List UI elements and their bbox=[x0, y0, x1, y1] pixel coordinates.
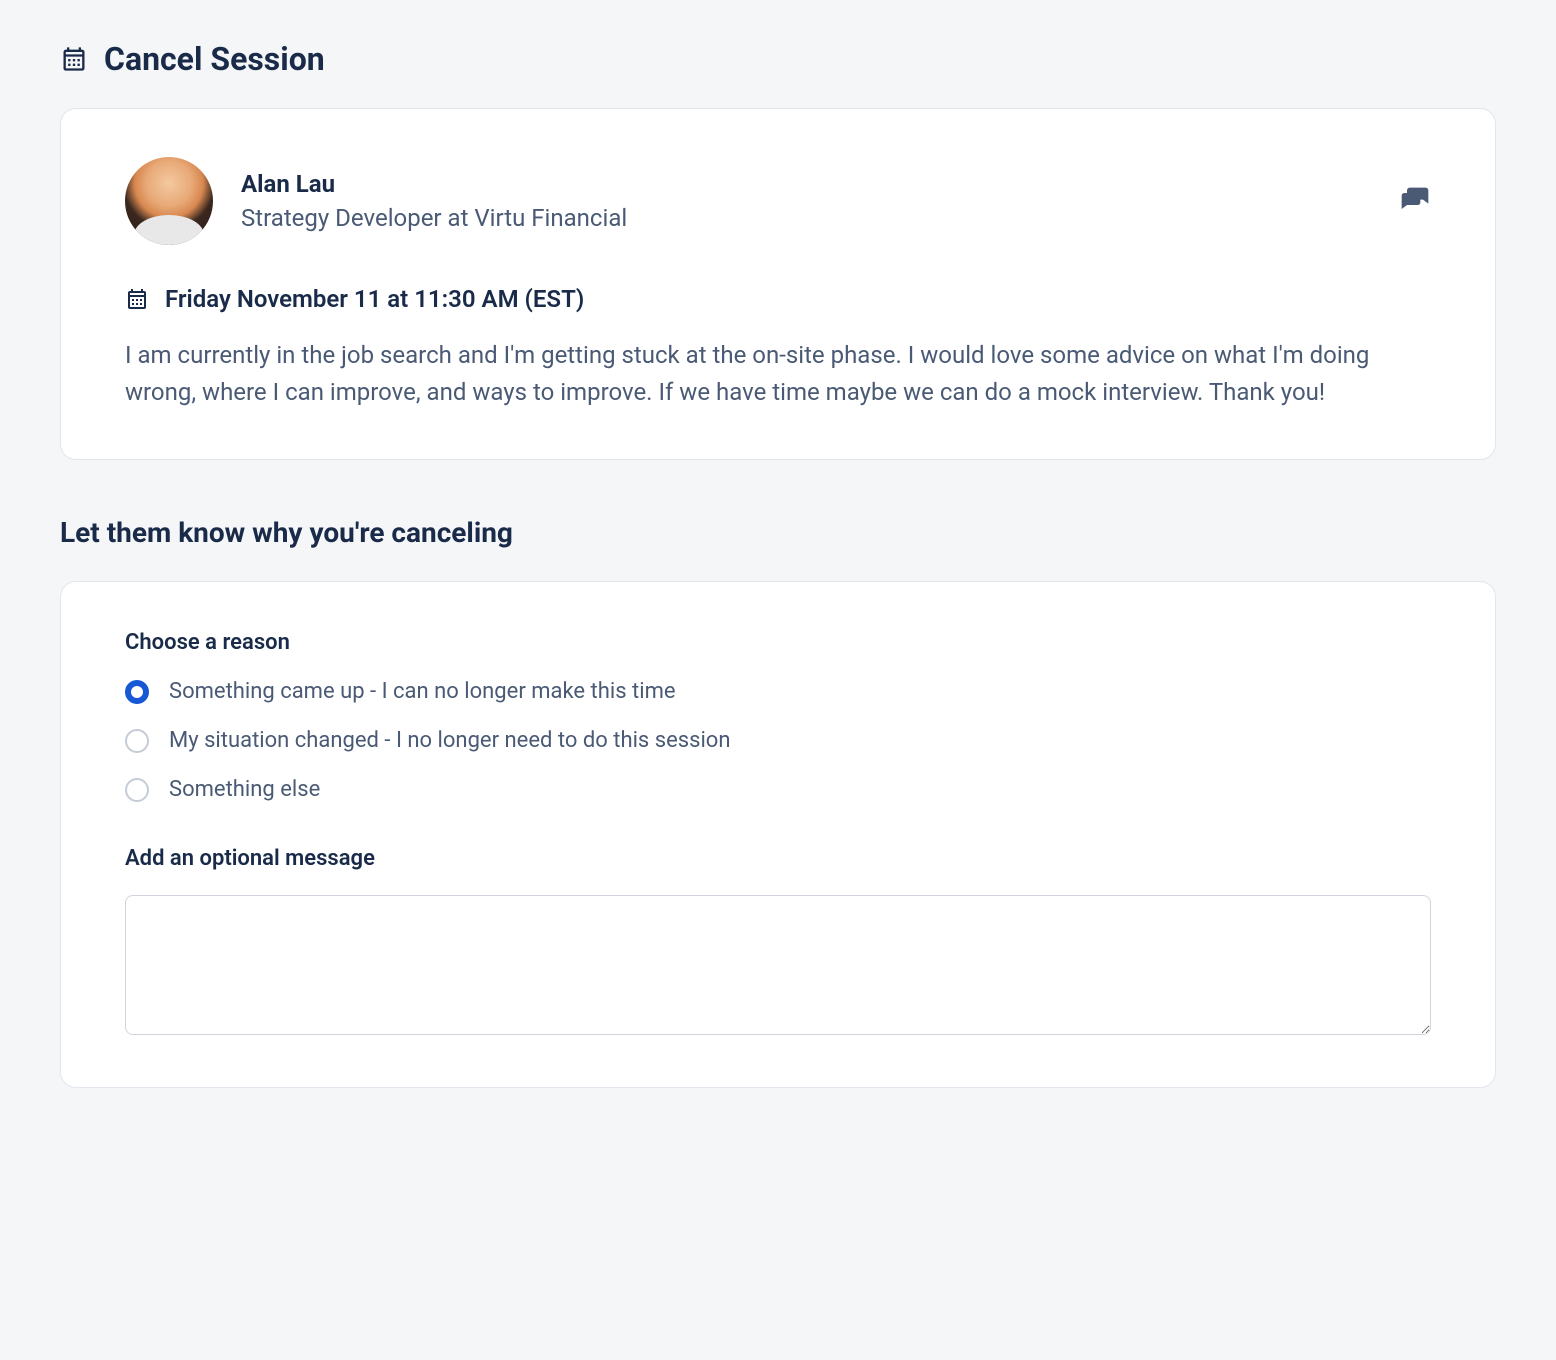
radio-label: Something came up - I can no longer make… bbox=[169, 679, 676, 704]
chat-icon[interactable] bbox=[1399, 185, 1431, 217]
radio-label: Something else bbox=[169, 777, 320, 802]
session-time: Friday November 11 at 11:30 AM (EST) bbox=[165, 285, 584, 313]
radio-indicator bbox=[125, 680, 149, 704]
page-title: Cancel Session bbox=[104, 40, 325, 78]
user-title: Strategy Developer at Virtu Financial bbox=[241, 204, 627, 232]
session-time-row: Friday November 11 at 11:30 AM (EST) bbox=[125, 285, 1431, 313]
cancel-form-card: Choose a reason Something came up - I ca… bbox=[60, 581, 1496, 1088]
session-header: Alan Lau Strategy Developer at Virtu Fin… bbox=[125, 157, 1431, 245]
radio-label: My situation changed - I no longer need … bbox=[169, 728, 731, 753]
user-name: Alan Lau bbox=[241, 170, 627, 198]
reason-option-came-up[interactable]: Something came up - I can no longer make… bbox=[125, 679, 1431, 704]
session-card: Alan Lau Strategy Developer at Virtu Fin… bbox=[60, 108, 1496, 460]
avatar bbox=[125, 157, 213, 245]
session-user: Alan Lau Strategy Developer at Virtu Fin… bbox=[125, 157, 627, 245]
reason-radio-group: Something came up - I can no longer make… bbox=[125, 679, 1431, 802]
message-wrapper bbox=[125, 895, 1431, 1039]
user-info: Alan Lau Strategy Developer at Virtu Fin… bbox=[241, 170, 627, 232]
radio-indicator bbox=[125, 729, 149, 753]
cancel-reason-heading: Let them know why you're canceling bbox=[60, 516, 1496, 549]
reason-option-situation-changed[interactable]: My situation changed - I no longer need … bbox=[125, 728, 1431, 753]
radio-indicator bbox=[125, 778, 149, 802]
reason-option-something-else[interactable]: Something else bbox=[125, 777, 1431, 802]
page-header: Cancel Session bbox=[60, 40, 1496, 78]
calendar-icon bbox=[60, 45, 88, 73]
message-textarea[interactable] bbox=[125, 895, 1431, 1035]
reason-label: Choose a reason bbox=[125, 630, 1431, 655]
session-description: I am currently in the job search and I'm… bbox=[125, 337, 1431, 411]
message-label: Add an optional message bbox=[125, 846, 1431, 871]
calendar-icon bbox=[125, 287, 149, 311]
